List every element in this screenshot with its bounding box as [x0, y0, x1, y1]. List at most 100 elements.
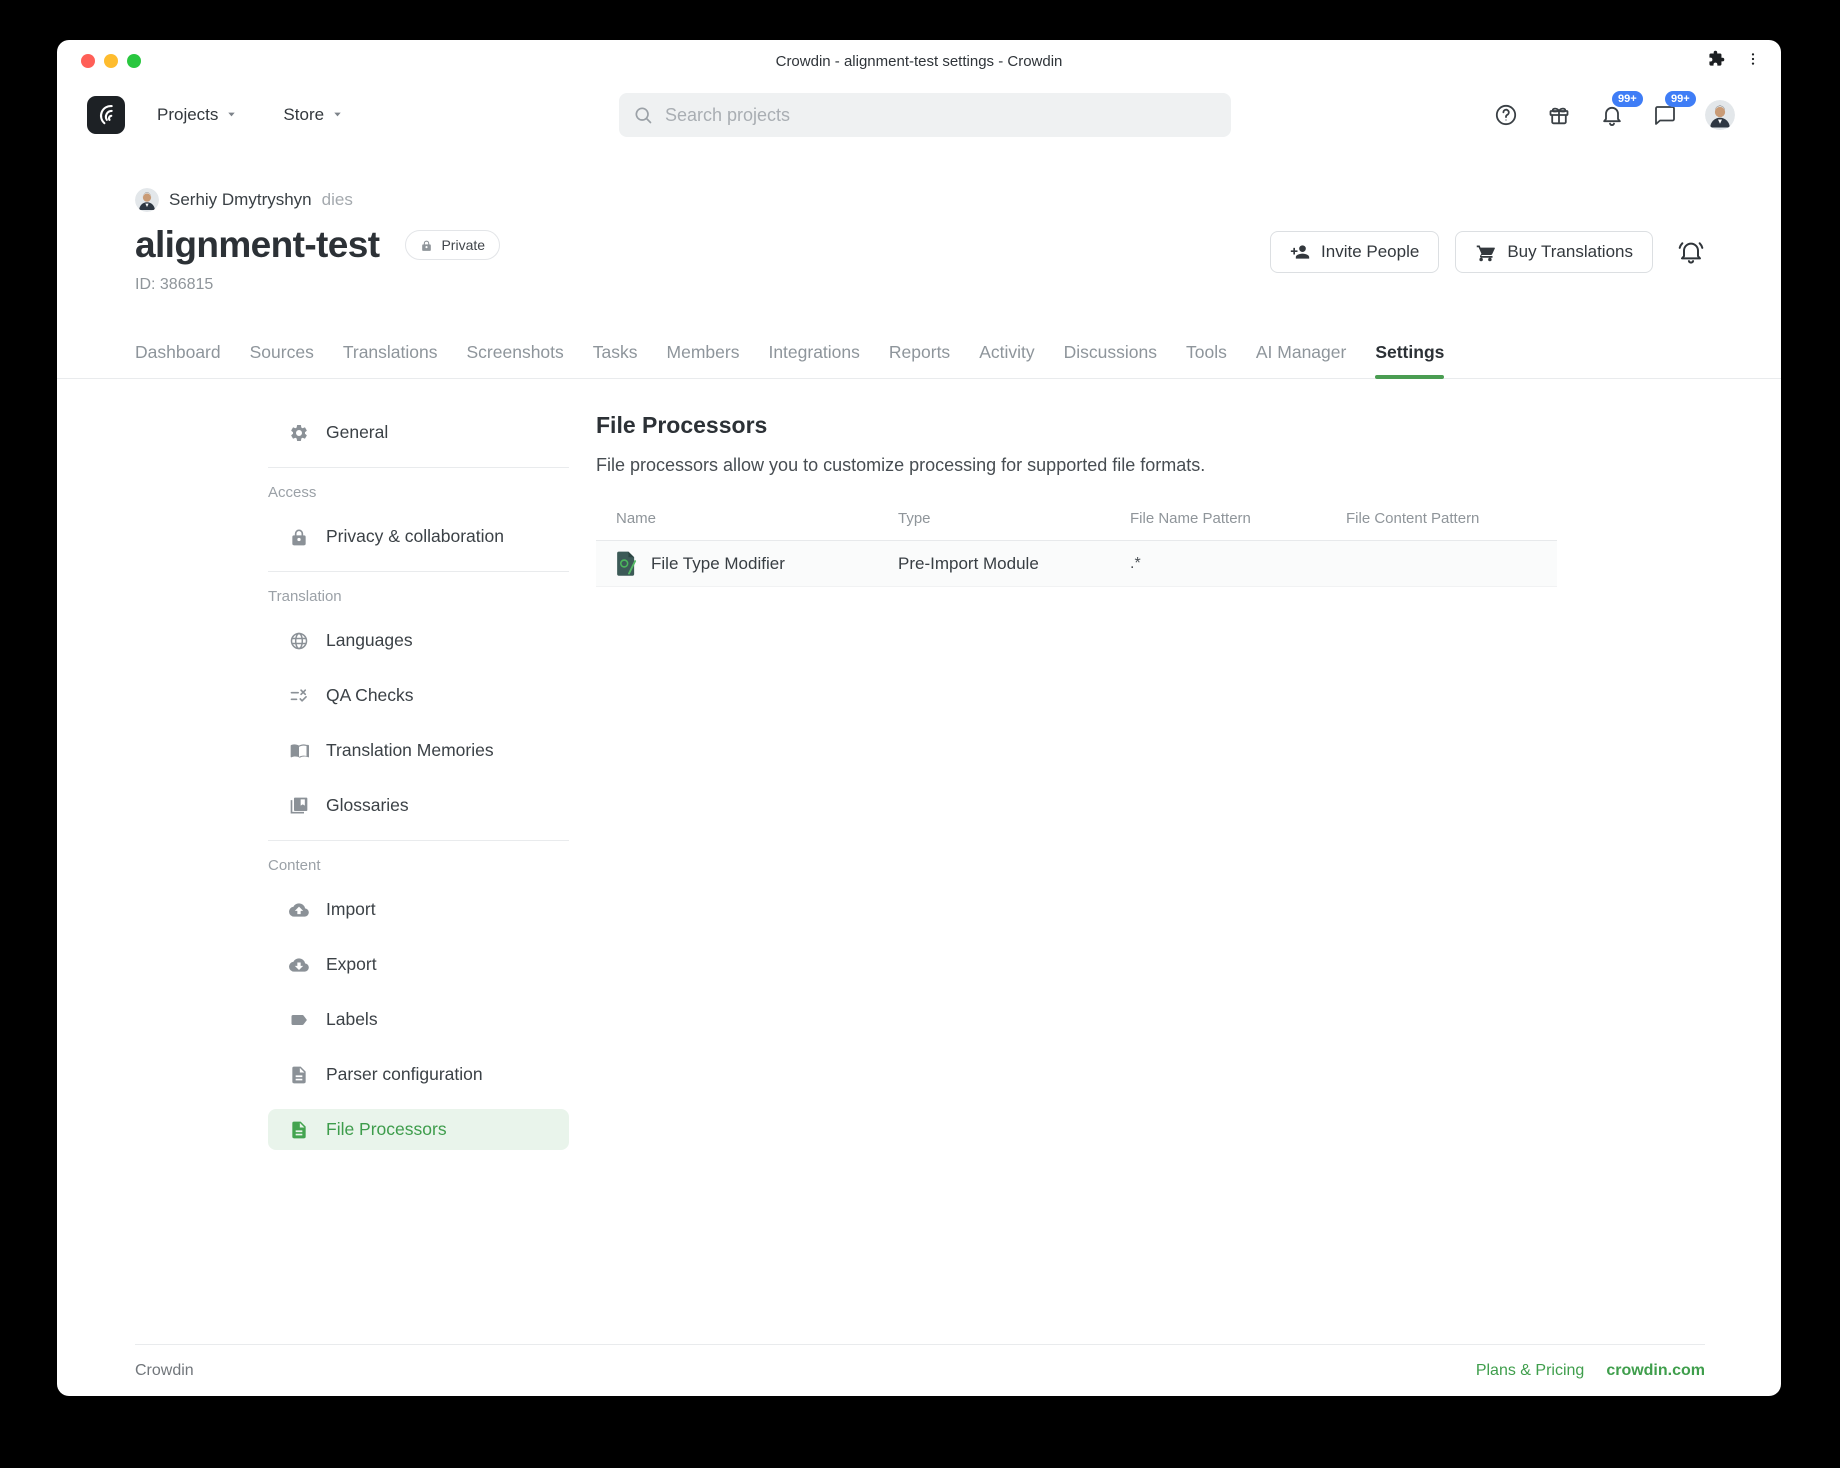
close-window-button[interactable]	[81, 54, 95, 68]
tab-discussions[interactable]: Discussions	[1064, 342, 1157, 378]
tab-tasks[interactable]: Tasks	[593, 342, 638, 378]
footer-brand: Crowdin	[135, 1362, 194, 1380]
window-controls	[81, 40, 141, 82]
zoom-window-button[interactable]	[127, 54, 141, 68]
tab-members[interactable]: Members	[667, 342, 740, 378]
column-header-file-content-pattern: File Content Pattern	[1346, 510, 1537, 527]
whats-new-button[interactable]	[1546, 102, 1572, 128]
column-header-type: Type	[898, 510, 1130, 527]
search-bar[interactable]	[619, 93, 1231, 137]
titlebar: Crowdin - alignment-test settings - Crow…	[57, 40, 1781, 82]
sidebar-item-glossaries[interactable]: Glossaries	[268, 785, 569, 826]
gear-icon	[289, 423, 309, 443]
document-icon	[289, 1120, 309, 1140]
sidebar-item-labels[interactable]: Labels	[268, 999, 569, 1040]
projects-menu-label: Projects	[157, 105, 218, 125]
chevron-down-icon	[226, 105, 237, 125]
sidebar-item-import[interactable]: Import	[268, 889, 569, 930]
messages-badge: 99+	[1665, 91, 1696, 107]
sidebar-item-privacy-collaboration[interactable]: Privacy & collaboration	[268, 516, 569, 557]
tab-reports[interactable]: Reports	[889, 342, 950, 378]
gift-icon	[1547, 103, 1571, 127]
file-edit-icon	[616, 551, 637, 576]
plans-pricing-link[interactable]: Plans & Pricing	[1476, 1362, 1585, 1380]
crowdin-bird-icon	[93, 102, 119, 128]
owner-name[interactable]: Serhiy Dmytryshyn	[169, 190, 312, 210]
sidebar-item-label: Labels	[326, 1009, 378, 1030]
processor-name: File Type Modifier	[651, 554, 785, 574]
tab-sources[interactable]: Sources	[250, 342, 314, 378]
globe-icon	[289, 631, 309, 651]
sidebar-divider	[268, 571, 569, 572]
person-add-icon	[1290, 242, 1310, 262]
sidebar-item-label: File Processors	[326, 1119, 447, 1140]
cart-icon	[1475, 242, 1496, 263]
sidebar-item-label: Privacy & collaboration	[326, 526, 504, 547]
sidebar-section-access: Access	[268, 484, 569, 501]
glossary-books-icon	[289, 796, 309, 816]
crowdin-site-link[interactable]: crowdin.com	[1606, 1362, 1705, 1380]
tab-ai-manager[interactable]: AI Manager	[1256, 342, 1346, 378]
notifications-button[interactable]: 99+	[1599, 102, 1625, 128]
store-menu[interactable]: Store	[283, 105, 343, 125]
sidebar-section-content: Content	[268, 857, 569, 874]
chevron-down-icon	[332, 105, 343, 125]
page-footer: Crowdin Plans & Pricing crowdin.com	[135, 1344, 1705, 1396]
store-menu-label: Store	[283, 105, 324, 125]
lock-icon	[289, 527, 309, 547]
help-button[interactable]	[1493, 102, 1519, 128]
project-notifications-button[interactable]	[1677, 238, 1705, 266]
tab-translations[interactable]: Translations	[343, 342, 438, 378]
file-processors-table: Name Type File Name Pattern File Content…	[596, 504, 1557, 587]
browser-window: Crowdin - alignment-test settings - Crow…	[57, 40, 1781, 1396]
top-navigation: Projects Store 99+ 99+	[57, 82, 1781, 148]
project-tabs: Dashboard Sources Translations Screensho…	[57, 342, 1781, 379]
sidebar-item-file-processors[interactable]: File Processors	[268, 1109, 569, 1150]
browser-menu-kebab-icon[interactable]	[1745, 51, 1761, 72]
file-processors-panel: File Processors File processors allow yo…	[596, 412, 1557, 587]
project-header: Serhiy Dmytryshyn dies alignment-test Pr…	[57, 148, 1781, 294]
sidebar-item-general[interactable]: General	[268, 412, 569, 453]
sidebar-divider	[268, 467, 569, 468]
sidebar-item-label: Glossaries	[326, 795, 409, 816]
invite-people-button[interactable]: Invite People	[1270, 231, 1439, 273]
sidebar-item-qa-checks[interactable]: QA Checks	[268, 675, 569, 716]
table-row[interactable]: File Type Modifier Pre-Import Module .*	[596, 541, 1557, 587]
qa-checks-icon	[289, 686, 309, 706]
page-title: File Processors	[596, 412, 1557, 439]
sidebar-item-parser-configuration[interactable]: Parser configuration	[268, 1054, 569, 1095]
extensions-puzzle-icon[interactable]	[1708, 50, 1725, 72]
projects-menu[interactable]: Projects	[157, 105, 237, 125]
owner-avatar[interactable]	[135, 188, 159, 212]
sidebar-item-export[interactable]: Export	[268, 944, 569, 985]
search-input[interactable]	[663, 104, 1217, 127]
tab-integrations[interactable]: Integrations	[768, 342, 859, 378]
tab-tools[interactable]: Tools	[1186, 342, 1227, 378]
column-header-name: Name	[616, 510, 898, 527]
tab-screenshots[interactable]: Screenshots	[467, 342, 564, 378]
sidebar-item-label: Translation Memories	[326, 740, 494, 761]
tab-activity[interactable]: Activity	[979, 342, 1034, 378]
tab-settings[interactable]: Settings	[1375, 342, 1444, 378]
privacy-badge-label: Private	[441, 237, 485, 253]
project-title: alignment-test	[135, 224, 379, 266]
sidebar-item-label: General	[326, 422, 388, 443]
minimize-window-button[interactable]	[104, 54, 118, 68]
page-description: File processors allow you to customize p…	[596, 455, 1557, 476]
user-avatar[interactable]	[1705, 100, 1735, 130]
sidebar-item-languages[interactable]: Languages	[268, 620, 569, 661]
window-title: Crowdin - alignment-test settings - Crow…	[57, 53, 1781, 70]
document-icon	[289, 1065, 309, 1085]
processor-type: Pre-Import Module	[898, 554, 1130, 574]
open-book-icon	[289, 741, 309, 761]
invite-people-label: Invite People	[1321, 242, 1419, 262]
sidebar-item-translation-memories[interactable]: Translation Memories	[268, 730, 569, 771]
crowdin-logo[interactable]	[87, 96, 125, 134]
sidebar-section-translation: Translation	[268, 588, 569, 605]
buy-translations-button[interactable]: Buy Translations	[1455, 231, 1653, 273]
column-header-file-name-pattern: File Name Pattern	[1130, 510, 1346, 527]
tab-dashboard[interactable]: Dashboard	[135, 342, 221, 378]
messages-button[interactable]: 99+	[1652, 102, 1678, 128]
settings-sidebar: General Access Privacy & collaboration T…	[268, 412, 569, 1164]
sidebar-item-label: QA Checks	[326, 685, 414, 706]
